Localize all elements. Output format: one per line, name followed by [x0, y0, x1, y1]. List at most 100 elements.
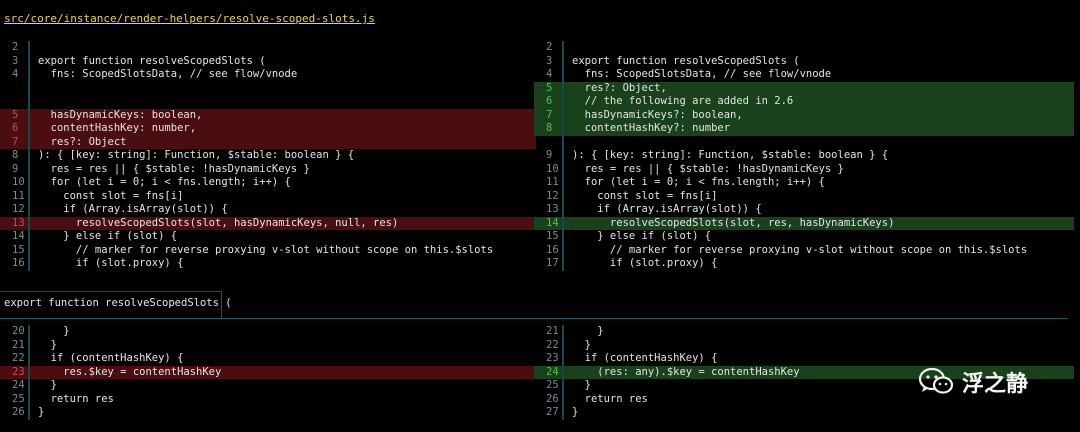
code-line: 9 res = res || { $stable: !hasDynamicKey…: [0, 162, 536, 176]
gutter-bar: [562, 135, 564, 149]
code-text: for (let i = 0; i < fns.length; i++) {: [572, 176, 825, 188]
gutter-bar: [562, 149, 564, 163]
gutter-bar: [562, 81, 564, 95]
code-line: 23 res.$key = contentHashKey: [0, 365, 536, 379]
code-line: 22 if (contentHashKey) {: [0, 352, 536, 366]
code-text: resolveScopedSlots(slot, hasDynamicKeys,…: [38, 216, 399, 229]
code-text: res.$key = contentHashKey: [38, 365, 222, 378]
gutter-bar: [28, 392, 30, 406]
code-text: }: [38, 325, 70, 337]
code-line: 16 if (slot.proxy) {: [0, 257, 536, 271]
code-text: } else if (slot) {: [38, 230, 178, 242]
gutter-bar: [562, 406, 564, 420]
line-number: 12: [12, 203, 25, 215]
code-text: contentHashKey: number,: [38, 122, 197, 134]
code-text: return res: [38, 392, 114, 405]
line-number: 10: [546, 162, 559, 175]
gutter-bar: [28, 257, 30, 271]
code-text: hasDynamicKeys?: boolean,: [572, 108, 743, 121]
line-number: 24: [12, 379, 25, 391]
gutter-bar: [562, 176, 564, 190]
gutter-bar: [28, 162, 30, 176]
gutter-bar: [28, 41, 30, 55]
line-number: 15: [546, 230, 559, 242]
gutter-bar: [562, 325, 564, 339]
line-number: 27: [546, 406, 559, 418]
line-number: 10: [12, 176, 25, 188]
line-number: 6: [12, 122, 19, 134]
line-number: 16: [12, 257, 25, 269]
code-line: 13 resolveScopedSlots(slot, hasDynamicKe…: [0, 216, 536, 230]
gutter-bar: [562, 216, 564, 230]
code-line: 11 const slot = fns[i]: [0, 189, 536, 203]
code-line: 17 if (slot.proxy) {: [534, 257, 1074, 271]
code-line: 10 for (let i = 0; i < fns.length; i++) …: [0, 176, 536, 190]
line-number: 7: [546, 108, 553, 121]
code-text: res?: Object,: [572, 81, 667, 94]
code-line: 4 fns: ScopedSlotsData, // see flow/vnod…: [534, 68, 1074, 82]
gutter-bar: [562, 365, 564, 379]
hunk-separator-label[interactable]: export function resolveScopedSlots (: [4, 297, 232, 309]
code-text: for (let i = 0; i < fns.length; i++) {: [38, 176, 291, 188]
code-text: }: [38, 406, 45, 418]
line-number: 16: [546, 243, 559, 256]
gutter-bar: [28, 135, 30, 149]
gutter-bar: [562, 379, 564, 393]
gutter-bar: [28, 379, 30, 393]
line-number: 15: [12, 243, 25, 256]
gutter-bar: [562, 68, 564, 82]
gutter-bar: [562, 95, 564, 109]
code-line: 14 } else if (slot) {: [0, 230, 536, 244]
gutter-bar: [562, 257, 564, 271]
line-number: 23: [546, 352, 559, 364]
line-number: 9: [12, 162, 19, 175]
code-line: 21 }: [0, 338, 536, 352]
code-text: contentHashKey?: number: [572, 122, 731, 134]
code-text: if (slot.proxy) {: [38, 257, 184, 269]
line-number: 20: [12, 325, 25, 337]
left-top-pane: 2 3 export function resolveScopedSlots (4 …: [0, 41, 536, 271]
code-line: 2: [0, 41, 536, 55]
gutter-bar: [562, 41, 564, 55]
line-number: 7: [12, 135, 19, 148]
gutter-bar: [28, 149, 30, 163]
gutter-bar: [28, 68, 30, 82]
gutter-bar: [562, 338, 564, 352]
gutter-bar: [562, 230, 564, 244]
gutter-bar: [562, 189, 564, 203]
line-number: 11: [12, 189, 25, 202]
gutter-bar: [562, 108, 564, 122]
watermark-text: 浮之静: [962, 372, 1029, 397]
code-text: // marker for reverse proxying v-slot wi…: [38, 243, 494, 256]
code-text: }: [572, 406, 579, 418]
gutter-bar: [28, 203, 30, 217]
line-number: 26: [546, 392, 559, 405]
line-number: 9: [546, 149, 553, 161]
gutter-bar: [562, 352, 564, 366]
line-number: 22: [546, 338, 559, 351]
line-number: 21: [546, 325, 559, 337]
line-number: 23: [12, 365, 25, 378]
gutter-bar: [562, 243, 564, 257]
gutter-bar: [28, 216, 30, 230]
code-line: 24 }: [0, 379, 536, 393]
line-number: 21: [12, 338, 25, 351]
file-path[interactable]: src/core/instance/render-helpers/resolve…: [4, 12, 375, 25]
code-text: export function resolveScopedSlots (: [38, 54, 266, 67]
code-text: if (Array.isArray(slot)) {: [572, 203, 762, 215]
line-number: 3: [12, 54, 19, 67]
code-text: if (contentHashKey) {: [38, 352, 184, 364]
code-text: ): { [key: string]: Function, $stable: b…: [38, 149, 355, 161]
code-line: 15 } else if (slot) {: [534, 230, 1074, 244]
code-line: 26}: [0, 406, 536, 420]
code-text: if (Array.isArray(slot)) {: [38, 203, 228, 215]
gutter-bar: [28, 243, 30, 257]
line-number: 12: [546, 189, 559, 202]
code-line: 12 const slot = fns[i]: [534, 189, 1074, 203]
line-number: 8: [546, 122, 553, 134]
watermark: 浮之静: [918, 366, 1028, 398]
code-text: // marker for reverse proxying v-slot wi…: [572, 243, 1028, 256]
code-line: 23 if (contentHashKey) {: [534, 352, 1074, 366]
code-line: [0, 95, 536, 109]
code-text: // the following are added in 2.6: [572, 95, 794, 107]
